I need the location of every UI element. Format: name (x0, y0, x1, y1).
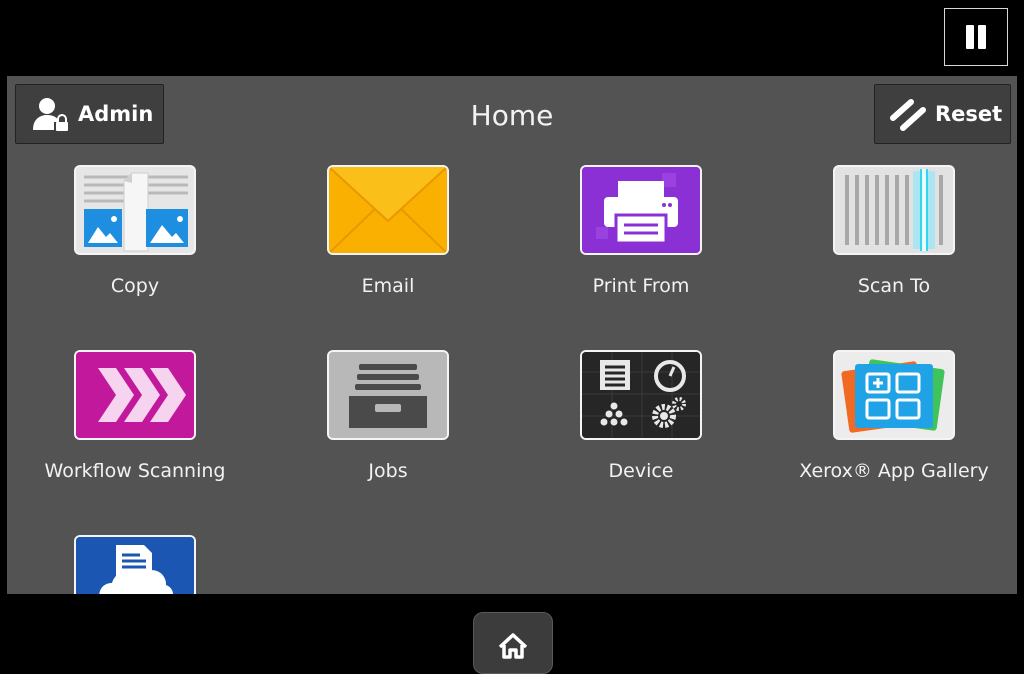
user-icon (33, 98, 68, 131)
home-icon (498, 633, 528, 659)
cloud-document-icon (74, 535, 196, 594)
app-label: Xerox® App Gallery (799, 460, 989, 482)
printer-icon (580, 165, 702, 255)
copy-icon (74, 165, 196, 255)
app-label: Email (361, 275, 415, 297)
home-button[interactable] (473, 612, 553, 674)
admin-button[interactable]: Admin (15, 84, 164, 144)
app-label: Copy (110, 275, 160, 297)
home-panel: Home Admin Reset Copy Email Print From S… (7, 76, 1017, 594)
jobs-tray-icon (327, 350, 449, 440)
app-label: Print From (592, 275, 690, 297)
app-label: Workflow Scanning (44, 460, 226, 482)
workflow-chevrons-icon (74, 350, 196, 440)
email-icon (327, 165, 449, 255)
reset-slashes-icon (890, 99, 926, 131)
app-gallery-icon (833, 350, 955, 440)
reset-label: Reset (935, 102, 1003, 126)
top-status-bar (7, 0, 1017, 76)
screen-edge-left (0, 0, 7, 671)
reset-button[interactable]: Reset (874, 84, 1011, 144)
pause-button[interactable] (944, 8, 1008, 66)
app-label: Device (608, 460, 674, 482)
scanner-icon (833, 165, 955, 255)
app-label: Scan To (857, 275, 931, 297)
screen-edge-right (1017, 0, 1024, 671)
app-label: Jobs (368, 460, 408, 482)
device-gauges-icon (580, 350, 702, 440)
admin-label: Admin (78, 102, 154, 126)
